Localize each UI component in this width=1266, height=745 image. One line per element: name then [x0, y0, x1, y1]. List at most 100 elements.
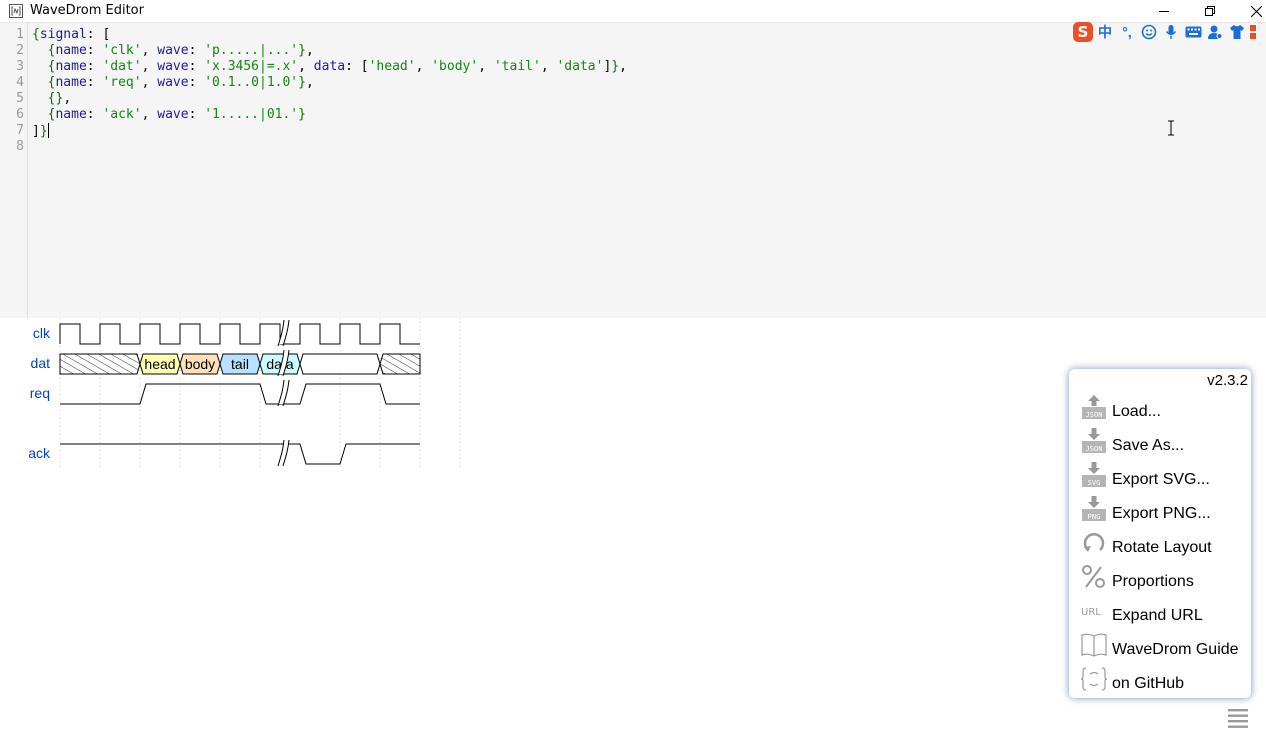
- code-line[interactable]: {signal: [: [32, 27, 110, 43]
- line-number: 6: [16, 107, 24, 122]
- menu-item-export-svg[interactable]: SVG Export SVG...: [1081, 461, 1247, 491]
- code-token: ,: [141, 59, 158, 74]
- line-number: 2: [16, 43, 24, 58]
- menu-item-label: Expand URL: [1112, 607, 1203, 624]
- code-token: {: [32, 27, 40, 42]
- code-token: :: [86, 107, 103, 122]
- code-token: {}: [47, 91, 64, 106]
- code-token: :: [86, 75, 103, 90]
- code-token: :: [188, 59, 205, 74]
- code-line[interactable]: ]}: [32, 123, 49, 140]
- code-token: ,: [540, 59, 557, 74]
- json-upload-icon: JSON: [1081, 393, 1107, 421]
- svg-download-icon: SVG: [1081, 461, 1107, 489]
- svg-text:URL: URL: [1081, 607, 1101, 618]
- dat-data-segment: [299, 353, 381, 375]
- menu-item-expand-url[interactable]: URL Expand URL: [1081, 597, 1247, 627]
- code-token: ,: [141, 75, 158, 90]
- emoji-icon[interactable]: [1138, 21, 1160, 43]
- wavedrom-menu: v2.3.2 JSON Load... JSON Save As... SVG Expor…: [1069, 369, 1251, 698]
- svg-text:JSON: JSON: [1086, 445, 1103, 453]
- code-token: 'data': [556, 59, 604, 74]
- code-token: data: [313, 59, 346, 74]
- ime-punctuation[interactable]: °,: [1116, 21, 1138, 43]
- code-token: ,: [63, 91, 72, 106]
- menu-item-label: WaveDrom Guide: [1112, 641, 1239, 658]
- code-token: name: [55, 75, 87, 90]
- code-token: wave: [157, 59, 189, 74]
- waveform-svg: head body tail data: [59, 318, 461, 468]
- line-number: 1: [16, 27, 24, 42]
- menu-item-load[interactable]: JSON Load...: [1081, 393, 1247, 423]
- menu-item-label: on GitHub: [1112, 675, 1185, 692]
- json-download-icon: JSON: [1081, 427, 1107, 455]
- window-title: WaveDrom Editor: [30, 3, 144, 18]
- code-token: wave: [157, 75, 189, 90]
- restore-icon: [1205, 6, 1215, 16]
- code-line[interactable]: {name: 'dat', wave: 'x.3456|=.x', data: …: [32, 59, 627, 75]
- ime-toolbar: S 中 °,: [1072, 20, 1266, 44]
- code-token: 'req': [102, 75, 142, 90]
- url-icon: URL: [1081, 597, 1107, 625]
- code-editor[interactable]: 12345678 {signal: [ {name: 'clk', wave: …: [0, 23, 1266, 318]
- menu-item-wavedrom-guide[interactable]: WaveDrom Guide: [1081, 631, 1247, 661]
- code-token: }: [298, 107, 306, 122]
- svg-text:S: S: [1078, 23, 1089, 41]
- code-token: wave: [157, 43, 189, 58]
- code-token: '0.1..0|1.0': [204, 75, 299, 90]
- code-token: }: [611, 59, 620, 74]
- svg-text:PNG: PNG: [1088, 513, 1101, 521]
- restore-button[interactable]: [1187, 0, 1233, 22]
- menu-item-rotate-layout[interactable]: Rotate Layout: [1081, 529, 1247, 559]
- code-token: 'p.....|...': [204, 43, 299, 58]
- minimize-button[interactable]: [1141, 0, 1187, 22]
- menu-item-export-png[interactable]: PNG Export PNG...: [1081, 495, 1247, 525]
- rotate-icon: [1081, 529, 1107, 557]
- code-line[interactable]: {},: [32, 91, 71, 107]
- dat-label-head: head: [144, 356, 175, 372]
- code-token: 'tail': [493, 59, 541, 74]
- menu-item-save-as[interactable]: JSON Save As...: [1081, 427, 1247, 457]
- menu-toggle-icon[interactable]: [1228, 708, 1248, 730]
- dat-label-tail: tail: [231, 356, 249, 372]
- code-token: ,: [305, 75, 314, 90]
- code-token: ,: [619, 59, 627, 74]
- code-token: :: [188, 43, 205, 58]
- text-cursor-icon: [1168, 120, 1174, 136]
- code-line[interactable]: {name: 'req', wave: '0.1..0|1.0'},: [32, 75, 314, 91]
- code-token: : [: [345, 59, 369, 74]
- code-token: name: [55, 107, 87, 122]
- code-token: ]: [32, 124, 40, 139]
- toolbox-grid-icon[interactable]: [1248, 21, 1260, 43]
- code-line[interactable]: {name: 'ack', wave: '1.....|01.'}: [32, 107, 306, 123]
- book-icon: [1081, 631, 1107, 659]
- svg-text:SVG: SVG: [1088, 479, 1101, 487]
- code-token: 'clk': [102, 43, 142, 58]
- close-button[interactable]: [1233, 0, 1266, 22]
- menu-item-on-github[interactable]: on GitHub: [1080, 665, 1247, 695]
- code-token: 'ack': [102, 107, 142, 122]
- code-token: 'x.3456|=.x': [204, 59, 299, 74]
- microphone-icon[interactable]: [1160, 21, 1182, 43]
- menu-item-proportions[interactable]: Proportions: [1081, 563, 1247, 593]
- skin-shirt-icon[interactable]: [1226, 21, 1248, 43]
- code-token: :: [86, 59, 103, 74]
- code-line[interactable]: {name: 'clk', wave: 'p.....|...'},: [32, 43, 314, 59]
- ime-chinese-mode[interactable]: 中: [1094, 21, 1116, 43]
- keyboard-icon[interactable]: [1182, 21, 1204, 43]
- waveform-view: clk dat req ack head body tail data: [0, 318, 470, 478]
- code-token: ,: [478, 59, 494, 74]
- code-token: 'head': [368, 59, 416, 74]
- menu-item-label: Export PNG...: [1112, 505, 1211, 522]
- code-token: ,: [141, 107, 158, 122]
- sogou-logo-icon[interactable]: S: [1072, 21, 1094, 43]
- user-icon[interactable]: [1204, 21, 1226, 43]
- line-number: 4: [16, 75, 24, 90]
- line-number: 8: [16, 139, 24, 154]
- code-token: }: [39, 124, 48, 139]
